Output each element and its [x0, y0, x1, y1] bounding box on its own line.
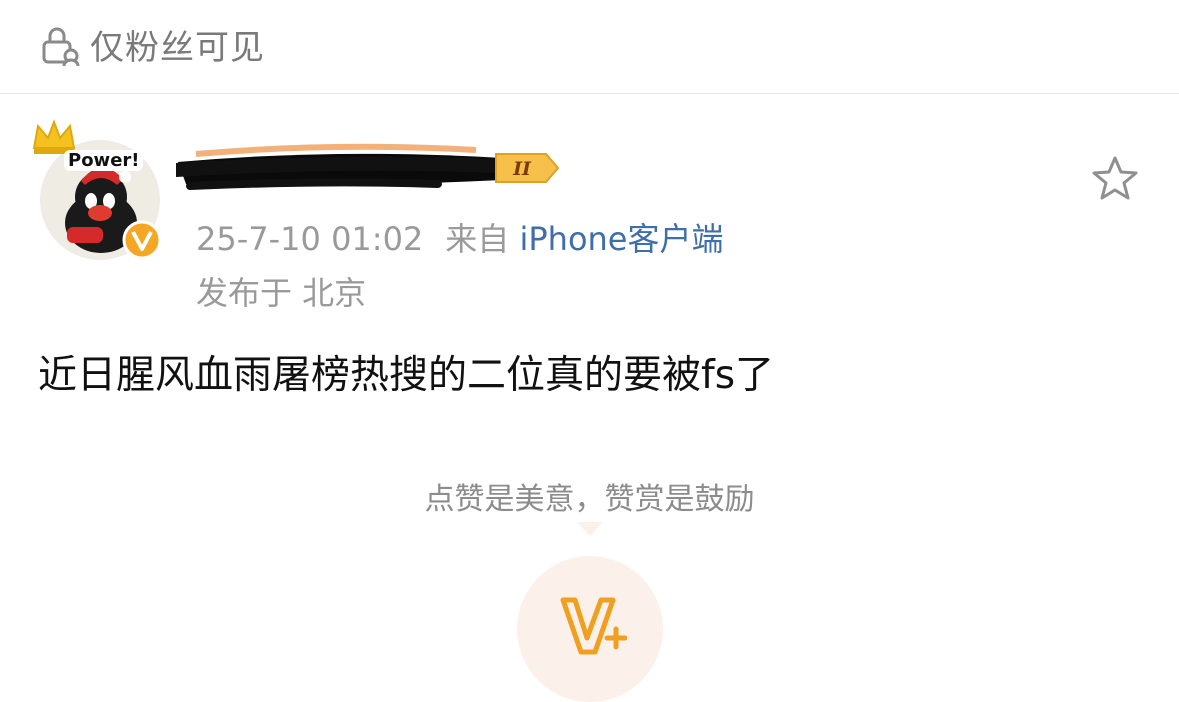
reward-prompt: 点赞是美意，赞赏是鼓励 — [424, 482, 755, 517]
visibility-indicator: 仅粉丝可见 — [38, 20, 265, 69]
lock-people-icon — [42, 27, 80, 66]
username-row[interactable]: II — [176, 140, 576, 190]
verified-v-icon — [122, 220, 162, 260]
post-location: 发布于 北京 — [196, 274, 367, 312]
level-label: II — [512, 158, 532, 180]
reward-v-plus-icon — [560, 597, 627, 655]
post-meta-line: 25-7-10 01:02 来自 iPhone客户端 — [196, 214, 724, 260]
visibility-label: 仅粉丝可见 — [90, 28, 265, 68]
author-avatar-group[interactable]: Power! — [32, 118, 166, 260]
reward-button[interactable] — [517, 556, 663, 702]
post-source-link[interactable]: iPhone客户端 — [519, 220, 723, 258]
level-badge: II — [492, 152, 562, 184]
level-badge-icon: II — [495, 153, 560, 183]
post-time: 25-7-10 01:02 — [196, 220, 424, 258]
pointer-caret-icon — [577, 522, 603, 536]
redacted-username — [176, 143, 503, 190]
from-label: 来自 — [445, 220, 510, 258]
post-text: 近日腥风血雨屠榜热搜的二位真的要被fs了 — [38, 353, 775, 398]
top-bar: 仅粉丝可见 — [0, 0, 1179, 94]
avatar-badge: Power! — [64, 150, 144, 171]
star-icon[interactable] — [1090, 154, 1140, 204]
